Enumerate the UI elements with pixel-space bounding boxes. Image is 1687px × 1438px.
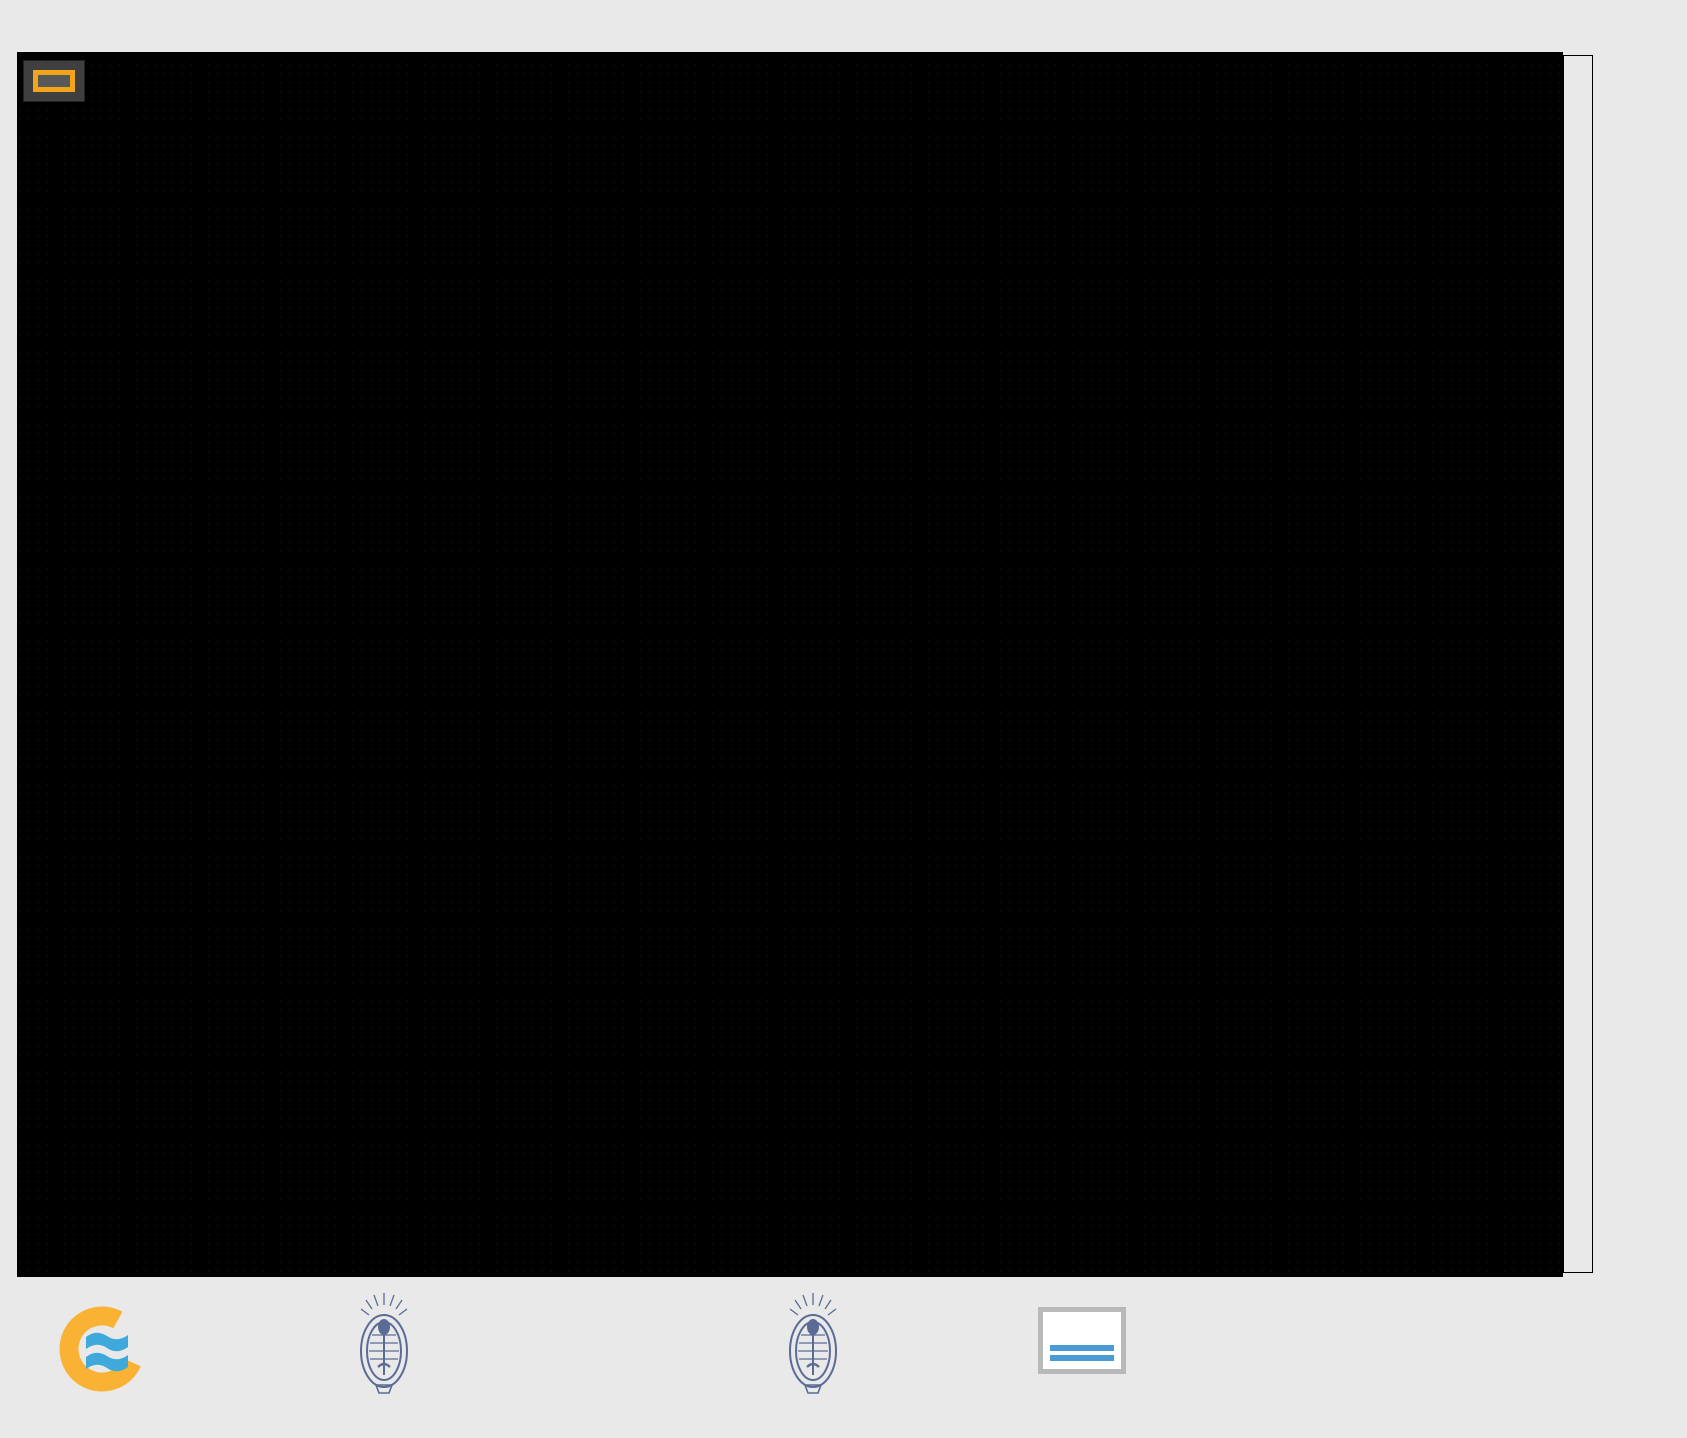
radar-map [17, 52, 1563, 1277]
dbz-colorbar [1563, 55, 1593, 1273]
graticule-dots [18, 53, 1563, 1277]
coat-of-arms-icon [785, 1289, 841, 1411]
warning-box-inner [33, 70, 75, 92]
inta-logo-inner [1043, 1312, 1121, 1369]
inta-stripe [1050, 1345, 1114, 1351]
inta-logo [1038, 1307, 1126, 1374]
smn-logo-group [58, 1297, 166, 1401]
coat-of-arms-icon [356, 1289, 412, 1411]
inta-stripe [1050, 1355, 1114, 1361]
footer-logos [0, 1277, 1687, 1438]
radar-map-canvas [18, 53, 1563, 1277]
radar-mosaic-page [0, 0, 1687, 1438]
warning-box[interactable] [23, 60, 85, 102]
smn-logo [58, 1297, 150, 1401]
inta-logo-group [1038, 1307, 1126, 1374]
ministerio-defensa-group [356, 1289, 426, 1411]
ministerio-economia-group [785, 1289, 855, 1411]
